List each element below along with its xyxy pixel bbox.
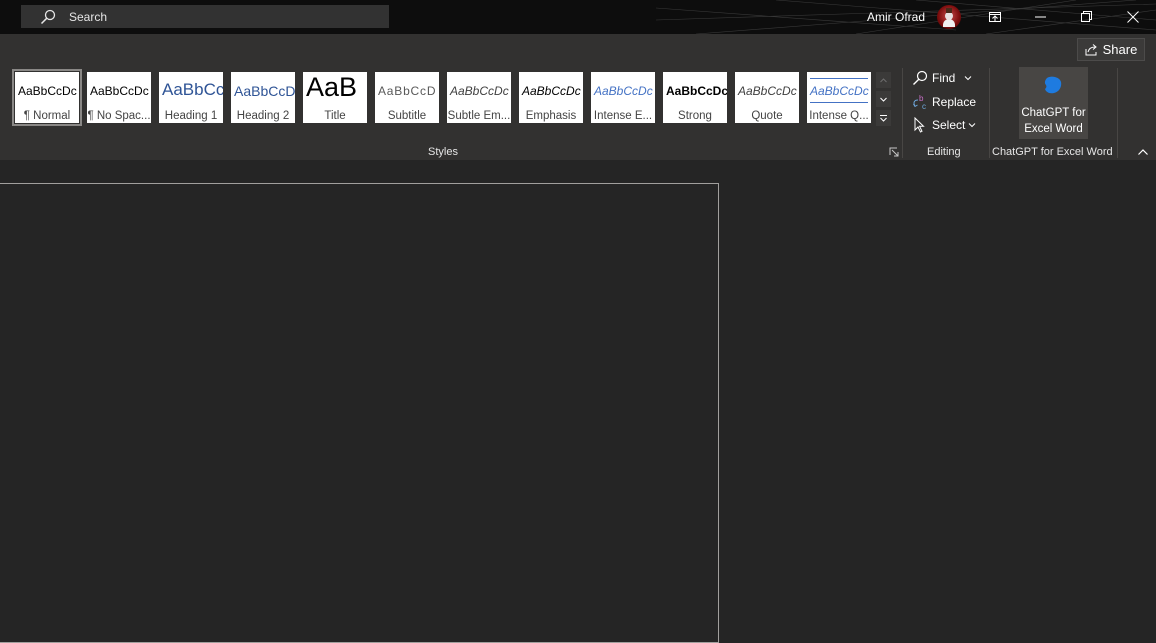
title-bar: Search Amir Ofrad — [0, 0, 1156, 34]
style-normal[interactable]: AaBbCcDc ¶ Normal — [12, 69, 82, 126]
style-name: Subtle Em... — [447, 110, 511, 122]
style-name: Title — [324, 110, 346, 122]
gallery-scroll-down-button[interactable] — [876, 91, 891, 107]
find-icon — [913, 70, 928, 85]
select-label: Select — [932, 118, 966, 132]
group-divider — [989, 68, 990, 158]
style-sample: AaBbCcDc — [666, 84, 727, 98]
restore-icon — [1081, 11, 1092, 22]
style-intense-emphasis[interactable]: AaBbCcDc Intense E... — [591, 72, 655, 123]
document-page[interactable] — [0, 183, 719, 643]
style-name: Heading 2 — [236, 110, 290, 122]
document-canvas — [0, 160, 1156, 643]
style-sample: AaBbCcDc — [18, 84, 77, 98]
style-strong[interactable]: AaBbCcDc Strong — [663, 72, 727, 123]
chevron-down-icon — [964, 76, 972, 81]
replace-label: Replace — [932, 95, 977, 109]
chatgpt-addin-icon — [1044, 76, 1062, 94]
gallery-scroll-up-button[interactable] — [876, 72, 891, 88]
styles-dialog-launcher-icon[interactable] — [889, 147, 899, 157]
share-button[interactable]: Share — [1077, 38, 1145, 61]
search-icon — [40, 9, 56, 24]
replace-button[interactable]: b c Replace — [912, 92, 976, 112]
style-subtitle[interactable]: AaBbCcD Subtitle — [375, 72, 439, 123]
chatgpt-button-label: ChatGPT for Excel Word — [1019, 105, 1088, 137]
chevron-down-icon — [969, 123, 976, 128]
ribbon-display-options-icon — [989, 12, 1001, 22]
search-label: Search — [69, 9, 108, 24]
style-sample: AaBbCcDc — [738, 84, 797, 98]
restore-button[interactable] — [1064, 0, 1110, 34]
style-sample: AaBbCc — [162, 80, 223, 99]
avatar-face — [945, 12, 953, 20]
style-heading-1[interactable]: AaBbCc Heading 1 — [159, 72, 223, 123]
minimize-icon — [1035, 16, 1046, 18]
user-name[interactable]: Amir Ofrad — [867, 10, 925, 24]
style-sample: AaBbCcDc — [810, 84, 869, 98]
style-quote[interactable]: AaBbCcDc Quote — [735, 72, 799, 123]
find-button[interactable]: Find — [912, 68, 972, 88]
style-name: ¶ Normal — [23, 110, 71, 122]
style-sample: AaB — [306, 72, 358, 102]
style-name: Subtitle — [387, 110, 427, 122]
style-name: ¶ No Spac... — [87, 110, 151, 122]
style-emphasis[interactable]: AaBbCcDc Emphasis — [519, 72, 583, 123]
close-icon — [1127, 11, 1139, 23]
group-divider — [1117, 68, 1118, 158]
style-title[interactable]: AaB Title — [303, 72, 367, 123]
quote-top-rule — [810, 78, 868, 79]
gallery-more-button[interactable] — [876, 110, 891, 126]
style-sample: AaBbCcDc — [90, 84, 149, 98]
quote-bottom-rule — [810, 102, 868, 103]
style-intense-quote[interactable]: AaBbCcDc Intense Q... — [807, 72, 871, 123]
style-name: Quote — [751, 110, 783, 122]
cursor-arrow-icon — [914, 117, 925, 133]
avatar-body — [943, 19, 955, 27]
style-sample: AaBbCcDc — [594, 84, 653, 98]
chevron-up-icon — [880, 77, 887, 82]
group-divider — [902, 68, 903, 158]
style-name: Strong — [678, 110, 712, 122]
chevron-down-icon — [880, 97, 887, 102]
editing-group-label: Editing — [927, 146, 961, 158]
style-name: Intense Q... — [809, 110, 869, 122]
style-subtle-emphasis[interactable]: AaBbCcDc Subtle Em... — [447, 72, 511, 123]
styles-group-label: Styles — [428, 146, 458, 158]
style-sample: AaBbCcD — [378, 84, 437, 98]
replace-icon: b c — [913, 94, 926, 110]
avatar-hat — [946, 8, 952, 13]
user-avatar[interactable] — [937, 5, 961, 29]
collapse-ribbon-icon[interactable] — [1137, 147, 1149, 157]
style-heading-2[interactable]: AaBbCcD Heading 2 — [231, 72, 295, 123]
style-name: Intense E... — [593, 110, 653, 122]
search-box[interactable]: Search — [21, 5, 389, 28]
chatgpt-for-excel-word-button[interactable]: ChatGPT for Excel Word — [1019, 67, 1088, 139]
find-label: Find — [932, 71, 956, 85]
style-sample: AaBbCcDc — [450, 84, 509, 98]
share-label: Share — [1102, 42, 1138, 57]
style-sample: AaBbCcD — [234, 83, 295, 99]
chatgpt-group-label: ChatGPT for Excel Word — [992, 146, 1113, 158]
style-name: Emphasis — [525, 110, 577, 122]
share-icon — [1085, 44, 1097, 56]
ribbon-display-options-button[interactable] — [972, 0, 1018, 34]
more-styles-icon — [880, 114, 887, 122]
chatgpt-button-line2: Excel Word — [1024, 123, 1083, 135]
style-sample: AaBbCcDc — [522, 84, 581, 98]
style-no-spacing[interactable]: AaBbCcDc ¶ No Spac... — [87, 72, 151, 123]
select-button[interactable]: Select — [912, 115, 976, 135]
chatgpt-button-line1: ChatGPT for — [1021, 107, 1086, 119]
svg-text:c: c — [922, 102, 926, 110]
close-button[interactable] — [1110, 0, 1156, 34]
style-name: Heading 1 — [164, 110, 218, 122]
minimize-button[interactable] — [1018, 0, 1064, 34]
